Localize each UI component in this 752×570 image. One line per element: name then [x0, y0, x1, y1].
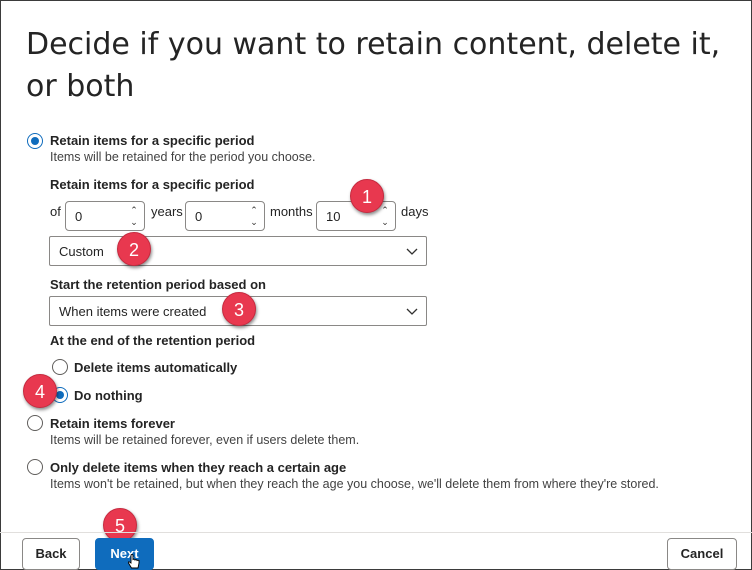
do-nothing-label: Do nothing — [74, 388, 143, 403]
retain-forever-label: Retain items forever — [50, 416, 175, 431]
chevron-down-icon — [406, 308, 418, 315]
end-period-heading: At the end of the retention period — [50, 333, 256, 348]
callout-badge-4: 4 — [23, 374, 57, 408]
chevron-down-icon[interactable]: ⌄ — [379, 216, 391, 228]
period-preset-value: Custom — [59, 244, 104, 259]
retain-forever-radio[interactable] — [27, 415, 43, 431]
years-spinner[interactable]: 0 ⌃ ⌄ — [65, 201, 145, 231]
page-title: Decide if you want to retain content, de… — [26, 27, 721, 104]
back-button[interactable]: Back — [22, 538, 80, 570]
chevron-up-icon[interactable]: ⌃ — [248, 204, 260, 216]
retain-period-label: Retain items for a specific period — [50, 133, 255, 148]
cancel-button[interactable]: Cancel — [667, 538, 737, 570]
retain-period-description: Items will be retained for the period yo… — [50, 150, 316, 164]
period-preset-dropdown[interactable]: Custom — [49, 236, 427, 266]
years-label: years — [151, 204, 183, 219]
of-label: of — [50, 204, 61, 219]
next-button[interactable]: Next — [95, 538, 154, 570]
chevron-down-icon[interactable]: ⌄ — [128, 216, 140, 228]
period-heading: Retain items for a specific period — [50, 177, 255, 192]
delete-automatically-label: Delete items automatically — [74, 360, 238, 375]
years-spin-arrows[interactable]: ⌃ ⌄ — [128, 204, 140, 228]
months-spin-arrows[interactable]: ⌃ ⌄ — [248, 204, 260, 228]
retain-forever-description: Items will be retained forever, even if … — [50, 433, 360, 447]
only-delete-label: Only delete items when they reach a cert… — [50, 460, 347, 475]
callout-badge-5: 5 — [103, 508, 137, 542]
days-label: days — [401, 204, 429, 219]
footer-divider — [0, 532, 752, 533]
days-spin-arrows[interactable]: ⌃ ⌄ — [379, 204, 391, 228]
delete-automatically-radio[interactable] — [52, 359, 68, 375]
chevron-up-icon[interactable]: ⌃ — [128, 204, 140, 216]
only-delete-radio[interactable] — [27, 459, 43, 475]
years-value: 0 — [75, 209, 83, 224]
callout-badge-3: 3 — [222, 292, 256, 326]
retention-start-value: When items were created — [59, 304, 207, 319]
retention-start-heading: Start the retention period based on — [50, 277, 266, 292]
months-spinner[interactable]: 0 ⌃ ⌄ — [185, 201, 265, 231]
days-value: 10 — [326, 209, 341, 224]
chevron-down-icon[interactable]: ⌄ — [248, 216, 260, 228]
callout-badge-2: 2 — [117, 232, 151, 266]
chevron-down-icon — [406, 248, 418, 255]
months-value: 0 — [195, 209, 203, 224]
retain-period-radio[interactable] — [27, 133, 43, 149]
hand-cursor-icon — [127, 554, 140, 569]
only-delete-description: Items won't be retained, but when they r… — [50, 477, 659, 491]
months-label: months — [270, 204, 313, 219]
callout-badge-1: 1 — [350, 179, 384, 213]
